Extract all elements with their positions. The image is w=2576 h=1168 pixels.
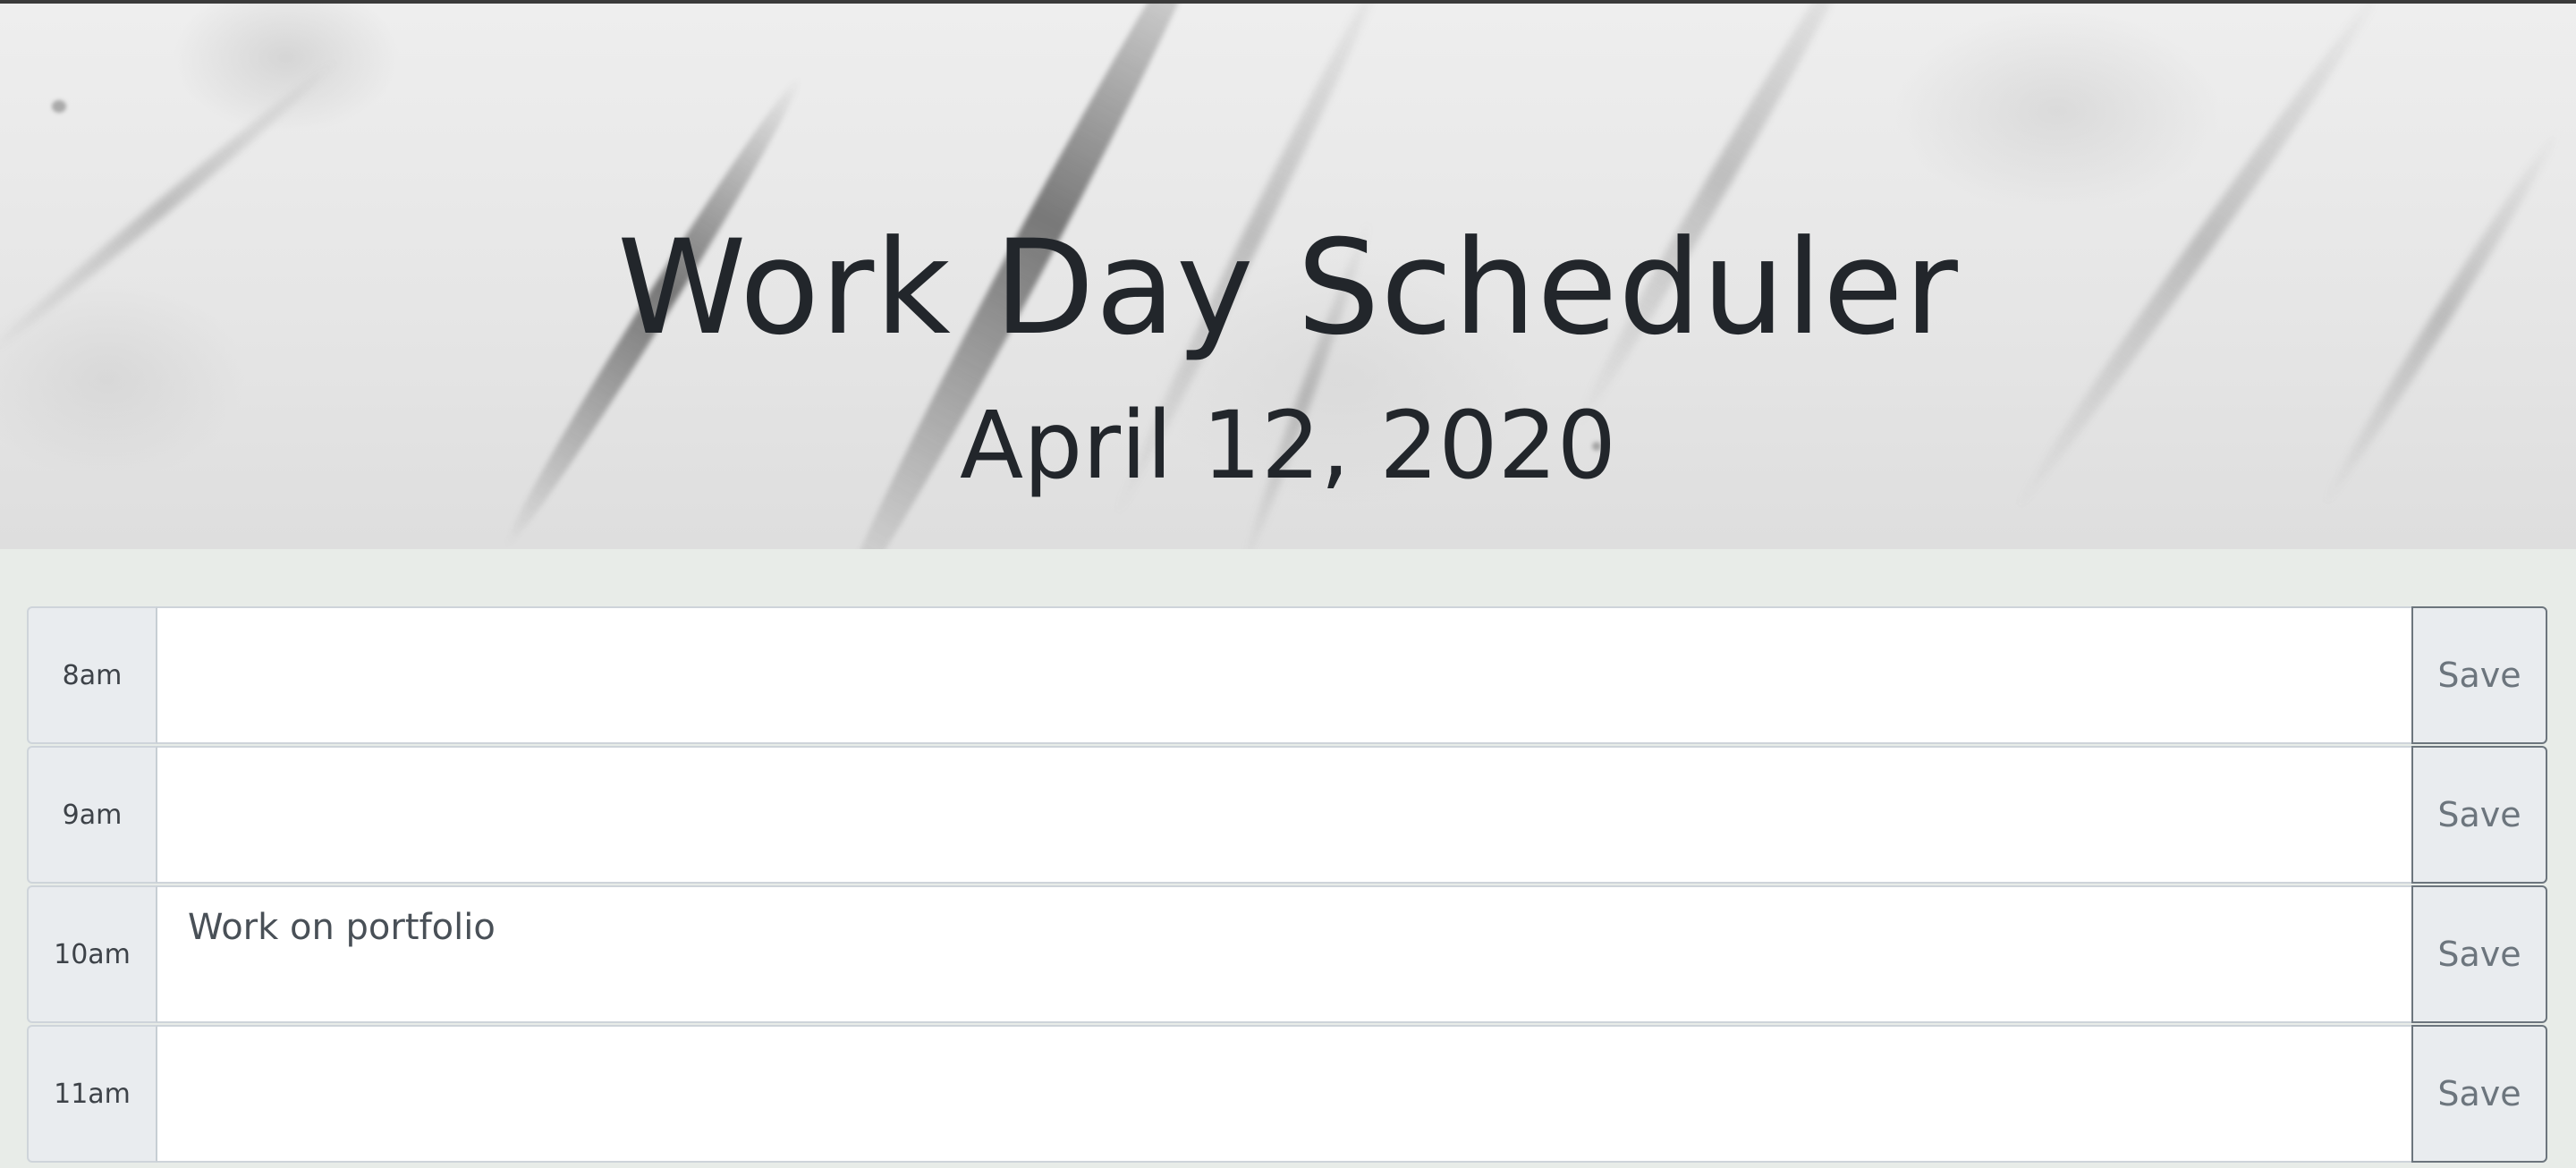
hour-label: 10am: [27, 885, 157, 1023]
time-block-row: 9am Save: [27, 746, 2547, 884]
hour-label: 9am: [27, 746, 157, 884]
hour-label: 8am: [27, 606, 157, 744]
time-block-row: 10am Work on portfolio Save: [27, 885, 2547, 1023]
marble-speck: [52, 100, 66, 113]
hour-label: 11am: [27, 1025, 157, 1163]
save-button[interactable]: Save: [2411, 1025, 2547, 1163]
current-day: April 12, 2020: [960, 391, 1616, 500]
header-jumbotron: Work Day Scheduler April 12, 2020: [0, 4, 2576, 549]
event-description-input[interactable]: [157, 606, 2411, 744]
save-button[interactable]: Save: [2411, 606, 2547, 744]
time-block-row: 8am Save: [27, 606, 2547, 744]
event-description-input[interactable]: [157, 746, 2411, 884]
time-block-row: 11am Save: [27, 1025, 2547, 1163]
time-block-list: 8am Save 9am Save 10am Work on portfolio…: [27, 606, 2547, 1164]
save-button[interactable]: Save: [2411, 746, 2547, 884]
save-button[interactable]: Save: [2411, 885, 2547, 1023]
page-title: Work Day Scheduler: [617, 211, 1959, 364]
event-description-input[interactable]: [157, 1025, 2411, 1163]
event-description-input[interactable]: Work on portfolio: [157, 885, 2411, 1023]
